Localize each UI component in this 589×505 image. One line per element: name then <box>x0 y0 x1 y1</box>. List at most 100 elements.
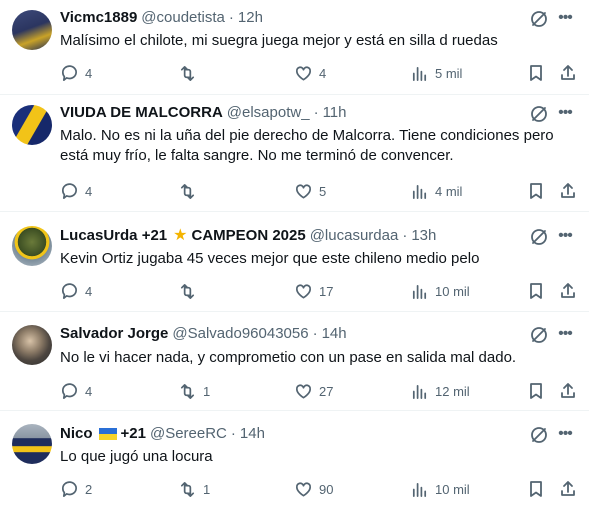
grok-icon[interactable] <box>529 9 549 29</box>
tweet-text: Malísimo el chilote, mi suegra juega mej… <box>60 32 498 49</box>
tweet[interactable]: Nico +21 @SereeRC · 14h ••• Lo que jugó … <box>0 411 589 505</box>
like-button[interactable]: 17 <box>294 281 333 301</box>
tweet-text: Lo que jugó una locura <box>60 448 213 465</box>
author-name[interactable]: Vicmc1889 <box>60 8 137 28</box>
timestamp[interactable]: 14h <box>322 324 347 344</box>
reply-count: 2 <box>85 481 93 497</box>
more-options-icon[interactable]: ••• <box>555 104 575 124</box>
author-name-suffix[interactable]: +21 <box>121 424 146 444</box>
avatar[interactable] <box>12 226 52 266</box>
heart-icon <box>295 183 312 199</box>
author-name[interactable]: Nico <box>60 424 93 444</box>
like-count: 4 <box>319 65 327 81</box>
tweet[interactable]: Salvador Jorge @Salvado96043056 · 14h ••… <box>0 312 589 411</box>
author-name-suffix[interactable]: CAMPEON 2025 <box>191 226 305 246</box>
share-icon[interactable] <box>558 63 578 83</box>
author-name[interactable]: VIUDA DE MALCORRA <box>60 103 223 123</box>
bookmark-icon[interactable] <box>526 381 546 401</box>
more-options-icon[interactable]: ••• <box>555 425 575 445</box>
avatar[interactable] <box>12 424 52 464</box>
action-bar: 4 1 27 12 mil <box>60 381 577 401</box>
action-bar: 4 17 10 mil <box>60 281 577 301</box>
heart-icon <box>295 283 312 299</box>
avatar[interactable] <box>12 10 52 50</box>
tweet-text: Malo. No es ni la uña del pie derecho de… <box>60 127 554 164</box>
reply-count: 4 <box>85 183 93 199</box>
retweet-count: 1 <box>203 383 211 399</box>
views-button[interactable]: 4 mil <box>410 181 462 201</box>
bookmark-icon[interactable] <box>526 181 546 201</box>
reply-icon <box>61 182 77 199</box>
bookmark-icon[interactable] <box>526 479 546 499</box>
retweet-button[interactable] <box>178 281 203 301</box>
reply-button[interactable]: 4 <box>60 381 92 401</box>
reply-count: 4 <box>85 283 93 299</box>
retweet-button[interactable] <box>178 181 203 201</box>
tweet[interactable]: VIUDA DE MALCORRA @elsapotw_ · 11h ••• M… <box>0 95 589 212</box>
timestamp[interactable]: 12h <box>238 8 263 28</box>
timestamp[interactable]: 13h <box>411 226 436 246</box>
reply-button[interactable]: 2 <box>60 479 92 499</box>
grok-icon[interactable] <box>529 325 549 345</box>
author-name[interactable]: LucasUrda +21 <box>60 226 167 246</box>
avatar[interactable] <box>12 325 52 365</box>
timestamp[interactable]: 11h <box>323 103 347 123</box>
retweet-icon <box>180 65 195 81</box>
reply-button[interactable]: 4 <box>60 63 92 83</box>
like-count: 17 <box>319 283 334 299</box>
avatar[interactable] <box>12 105 52 145</box>
retweet-count: 1 <box>203 481 211 497</box>
retweet-button[interactable] <box>178 63 203 83</box>
reply-button[interactable]: 4 <box>60 181 92 201</box>
author-handle[interactable]: @elsapotw_ <box>227 103 310 123</box>
tweet-text: No le vi hacer nada, y comprometio con u… <box>60 349 517 366</box>
views-button[interactable]: 10 mil <box>410 281 470 301</box>
tweet[interactable]: LucasUrda +21 ★ CAMPEON 2025 @lucasurdaa… <box>0 212 589 312</box>
views-button[interactable]: 12 mil <box>410 381 470 401</box>
timestamp[interactable]: 14h <box>240 424 265 444</box>
ukraine-flag-icon <box>98 428 117 440</box>
retweet-icon <box>180 383 195 399</box>
views-button[interactable]: 5 mil <box>410 63 462 83</box>
like-button[interactable]: 90 <box>294 479 333 499</box>
separator-dot: · <box>313 104 319 121</box>
share-icon[interactable] <box>558 181 578 201</box>
like-button[interactable]: 27 <box>294 381 333 401</box>
more-options-icon[interactable]: ••• <box>555 9 575 29</box>
retweet-icon <box>180 183 195 199</box>
share-icon[interactable] <box>558 479 578 499</box>
reply-icon <box>61 282 77 299</box>
reply-button[interactable]: 4 <box>60 281 92 301</box>
grok-icon[interactable] <box>529 104 549 124</box>
tweet[interactable]: Vicmc1889 @coudetista · 12h ••• Malísimo… <box>0 0 589 95</box>
more-options-icon[interactable]: ••• <box>555 227 575 247</box>
view-count: 10 mil <box>435 283 470 299</box>
retweet-button[interactable]: 1 <box>178 381 210 401</box>
action-bar: 4 4 5 mil <box>60 63 577 83</box>
author-name[interactable]: Salvador Jorge <box>60 324 168 344</box>
reply-icon <box>61 480 77 497</box>
bookmark-icon[interactable] <box>526 281 546 301</box>
like-button[interactable]: 5 <box>294 181 326 201</box>
author-handle[interactable]: @coudetista <box>141 8 225 28</box>
action-bar: 4 5 4 mil <box>60 181 577 201</box>
analytics-icon <box>412 482 427 497</box>
share-icon[interactable] <box>558 381 578 401</box>
author-handle[interactable]: @lucasurdaa <box>310 226 399 246</box>
more-options-icon[interactable]: ••• <box>555 325 575 345</box>
retweet-button[interactable]: 1 <box>178 479 210 499</box>
separator-dot: · <box>312 325 318 342</box>
reply-count: 4 <box>85 65 93 81</box>
views-button[interactable]: 10 mil <box>410 479 470 499</box>
retweet-icon <box>180 481 195 497</box>
analytics-icon <box>412 284 427 299</box>
author-handle[interactable]: @SereeRC <box>150 424 227 444</box>
like-button[interactable]: 4 <box>294 63 326 83</box>
author-handle[interactable]: @Salvado96043056 <box>172 324 308 344</box>
grok-icon[interactable] <box>529 425 549 445</box>
heart-icon <box>295 383 312 399</box>
grok-icon[interactable] <box>529 227 549 247</box>
bookmark-icon[interactable] <box>526 63 546 83</box>
share-icon[interactable] <box>558 281 578 301</box>
like-count: 27 <box>319 383 334 399</box>
